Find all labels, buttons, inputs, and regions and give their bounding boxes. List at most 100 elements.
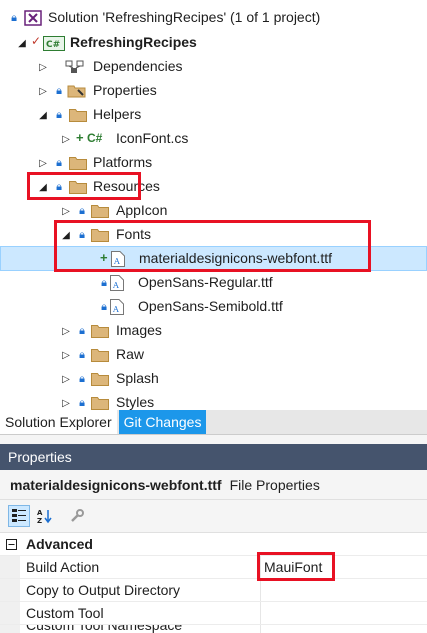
collapsed-arrow-icon[interactable]: ▷ — [37, 79, 49, 103]
explorer-tabs: Solution Explorer Git Changes — [0, 410, 427, 435]
solution-icon — [24, 10, 42, 29]
lock-icon: 🔒︎ — [79, 396, 85, 409]
csharp-file-icon: C# — [87, 131, 103, 145]
images-label: Images — [116, 322, 162, 338]
collapsed-arrow-icon[interactable]: ▷ — [60, 319, 72, 343]
folder-icon — [91, 229, 109, 242]
property-grid: Advanced Build Action MauiFont Copy to O… — [0, 532, 427, 633]
folder-icon — [91, 205, 109, 218]
expanded-arrow-icon[interactable]: ◢ — [60, 223, 72, 247]
svg-text:Z: Z — [37, 517, 42, 524]
expanded-arrow-icon[interactable]: ◢ — [37, 175, 49, 199]
build-action-name: Build Action — [26, 559, 100, 575]
tree-item-dependencies[interactable]: ▷ Dependencies — [0, 55, 427, 79]
grid-row-build-action[interactable]: Build Action MauiFont — [0, 556, 427, 579]
tree-item-resources[interactable]: ◢ 🔒︎ Resources — [0, 175, 427, 199]
folder-icon — [69, 109, 87, 122]
tree-item-helpers[interactable]: ◢ 🔒︎ Helpers — [0, 103, 427, 127]
properties-toolbar: AZ — [0, 500, 427, 532]
appicon-label: AppIcon — [116, 202, 168, 218]
checkmark-icon: ✓ — [31, 34, 42, 48]
tree-item-font-regular[interactable]: 🔒︎ A OpenSans-Regular.ttf — [0, 271, 427, 295]
added-plus-icon: + — [76, 130, 84, 145]
lock-icon: 🔒︎ — [79, 228, 85, 241]
dependencies-icon — [65, 60, 85, 77]
tree-item-platforms[interactable]: ▷ 🔒︎ Platforms — [0, 151, 427, 175]
svg-text:A: A — [113, 257, 120, 266]
collapsed-arrow-icon[interactable]: ▷ — [37, 55, 49, 79]
font-regular-label: OpenSans-Regular.ttf — [138, 274, 273, 290]
custom-tool-name: Custom Tool — [26, 605, 104, 621]
collapsed-arrow-icon[interactable]: ▷ — [60, 343, 72, 367]
tree-item-project[interactable]: ◢ ✓ C# RefreshingRecipes — [0, 31, 427, 55]
lock-icon: 🔒︎ — [56, 84, 62, 97]
grid-section-advanced[interactable]: Advanced — [0, 533, 427, 556]
tab-git-changes[interactable]: Git Changes — [118, 410, 207, 434]
svg-text:A: A — [112, 305, 119, 314]
resources-label: Resources — [93, 178, 160, 194]
alphabetical-button[interactable]: AZ — [34, 505, 56, 527]
properties-label: Properties — [93, 82, 157, 98]
helpers-label: Helpers — [93, 106, 142, 122]
grid-splitter — [260, 579, 261, 601]
iconfont-label: IconFont.cs — [116, 130, 189, 146]
styles-label: Styles — [116, 394, 155, 410]
lock-icon: 🔒︎ — [79, 324, 85, 337]
tree-item-properties[interactable]: ▷ 🔒︎ Properties — [0, 79, 427, 103]
grid-row-copy-output[interactable]: Copy to Output Directory — [0, 579, 427, 602]
raw-label: Raw — [116, 346, 145, 362]
properties-file-kind: File Properties — [229, 476, 320, 493]
collapsed-arrow-icon[interactable]: ▷ — [37, 151, 49, 175]
tree-item-splash[interactable]: ▷ 🔒︎ Splash — [0, 367, 427, 391]
grid-splitter — [260, 602, 261, 624]
svg-text:A: A — [37, 509, 43, 517]
svg-text:A: A — [112, 281, 119, 290]
lock-icon: 🔒︎ — [79, 204, 85, 217]
grid-splitter — [260, 556, 261, 578]
grid-row-custom-tool[interactable]: Custom Tool — [0, 602, 427, 625]
folder-icon — [91, 349, 109, 362]
folder-icon — [69, 157, 87, 170]
collapsed-arrow-icon[interactable]: ▷ — [60, 367, 72, 391]
folder-icon — [69, 181, 87, 194]
solution-explorer-tree: 🔒︎ Solution 'RefreshingRecipes' (1 of 1 … — [0, 0, 427, 410]
splash-label: Splash — [116, 370, 159, 386]
dependencies-label: Dependencies — [93, 58, 183, 74]
collapsed-arrow-icon[interactable]: ▷ — [60, 199, 72, 223]
added-plus-icon: + — [100, 250, 108, 265]
tree-item-font-mdi[interactable]: + A materialdesignicons-webfont.ttf — [0, 246, 427, 271]
categorized-icon — [12, 509, 26, 522]
lock-icon: 🔒︎ — [56, 108, 62, 121]
properties-file-name: materialdesignicons-webfont.ttf — [10, 476, 222, 493]
expanded-arrow-icon[interactable]: ◢ — [16, 31, 28, 55]
font-mdi-label: materialdesignicons-webfont.ttf — [139, 250, 332, 266]
collapsed-arrow-icon[interactable]: ▷ — [60, 391, 72, 410]
properties-object-selector[interactable]: materialdesignicons-webfont.ttf File Pro… — [0, 470, 427, 500]
csharp-project-icon: C# — [43, 36, 65, 54]
lock-icon: 🔒︎ — [56, 156, 62, 169]
tree-item-fonts[interactable]: ◢ 🔒︎ Fonts — [0, 223, 427, 247]
collapsed-arrow-icon[interactable]: ▷ — [60, 127, 72, 151]
tab-solution-explorer[interactable]: Solution Explorer — [0, 410, 117, 434]
lock-icon: 🔒︎ — [79, 348, 85, 361]
tree-item-font-semibold[interactable]: 🔒︎ A OpenSans-Semibold.ttf — [0, 295, 427, 319]
expanded-arrow-icon[interactable]: ◢ — [37, 103, 49, 127]
collapse-box-icon[interactable] — [6, 537, 17, 553]
font-file-icon: A — [111, 251, 125, 270]
tree-item-solution[interactable]: 🔒︎ Solution 'RefreshingRecipes' (1 of 1 … — [0, 6, 427, 30]
property-pages-button[interactable] — [66, 505, 88, 527]
tree-item-appicon[interactable]: ▷ 🔒︎ AppIcon — [0, 199, 427, 223]
tree-item-styles[interactable]: ▷ 🔒︎ Styles — [0, 391, 427, 410]
tree-item-raw[interactable]: ▷ 🔒︎ Raw — [0, 343, 427, 367]
tree-item-iconfont[interactable]: ▷ + C# IconFont.cs — [0, 127, 427, 151]
folder-icon — [91, 373, 109, 386]
tree-item-images[interactable]: ▷ 🔒︎ Images — [0, 319, 427, 343]
properties-header: Properties — [0, 444, 427, 470]
font-file-icon: A — [110, 299, 124, 318]
solution-label: Solution 'RefreshingRecipes' (1 of 1 pro… — [48, 9, 321, 25]
svg-text:C#: C# — [46, 40, 60, 50]
categorized-button[interactable] — [8, 505, 30, 527]
properties-wrench-icon — [67, 83, 87, 102]
lock-icon: 🔒︎ — [79, 372, 85, 385]
build-action-value[interactable]: MauiFont — [264, 559, 322, 575]
